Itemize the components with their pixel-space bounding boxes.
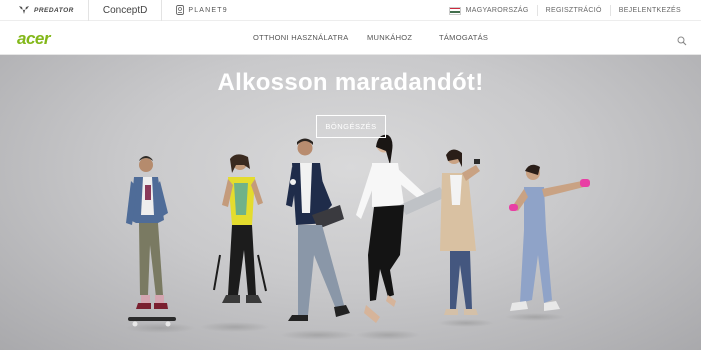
account-links: MAGYARORSZÁG REGISZTRÁCIÓ BEJELENTKEZÉS <box>441 0 689 21</box>
planet9-brand-link[interactable]: PLANET9 <box>162 0 242 21</box>
acer-logo: acer <box>17 29 50 48</box>
planet9-brand-label: PLANET9 <box>188 6 228 14</box>
country-selector[interactable]: MAGYARORSZÁG <box>441 5 537 16</box>
search-icon <box>677 36 687 46</box>
person-white-shirt <box>356 134 446 323</box>
nav-item-support[interactable]: TÁMOGATÁS <box>439 33 488 42</box>
predator-brand-link[interactable]: PREDATOR <box>0 0 89 21</box>
planet9-logo-icon <box>176 5 185 15</box>
brand-bar: PREDATOR ConceptD PLANET9 MAGYARORSZÁG R… <box>0 0 701 21</box>
login-link[interactable]: BEJELENTKEZÉS <box>609 5 689 16</box>
person-beige-coat <box>440 149 480 315</box>
nav-item-work[interactable]: MUNKÁHOZ <box>367 33 412 42</box>
hero-title: Alkosson maradandót! <box>217 69 484 96</box>
country-label: MAGYARORSZÁG <box>465 7 529 14</box>
person-denim-jacket <box>126 156 176 327</box>
acer-logo-link[interactable]: acer <box>17 30 50 49</box>
main-navigation: acer OTTHONI HASZNÁLATRA MUNKÁHOZ TÁMOGA… <box>0 21 701 55</box>
nav-item-home[interactable]: OTTHONI HASZNÁLATRA <box>253 33 349 42</box>
hero-people-image <box>125 134 590 340</box>
predator-logo-icon <box>18 5 30 15</box>
person-navy-jacket <box>286 138 350 321</box>
person-boxing-outfit <box>509 164 590 311</box>
search-button[interactable] <box>677 33 687 46</box>
browse-button[interactable]: BÖNGÉSZÉS <box>316 115 386 138</box>
hungary-flag-icon <box>448 6 461 15</box>
conceptd-brand-label: ConceptD <box>102 4 148 16</box>
conceptd-brand-link[interactable]: ConceptD <box>89 0 163 21</box>
hero-banner: Alkosson maradandót! BÖNGÉSZÉS <box>0 55 701 350</box>
predator-brand-label: PREDATOR <box>34 6 74 14</box>
person-yellow-shirt <box>213 154 267 303</box>
register-link[interactable]: REGISZTRÁCIÓ <box>536 5 610 16</box>
